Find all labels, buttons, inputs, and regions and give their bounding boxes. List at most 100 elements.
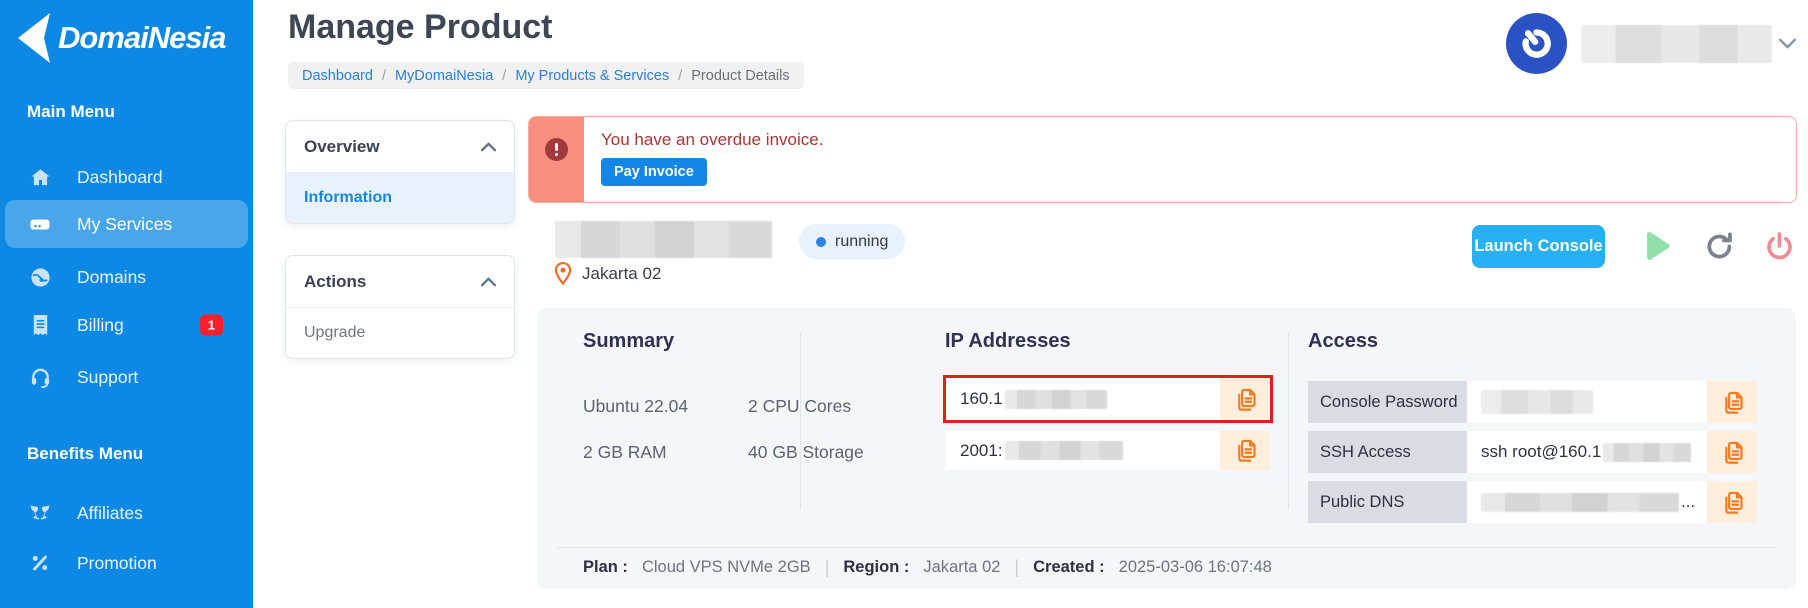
status-badge: running bbox=[799, 224, 905, 259]
overview-panel-header[interactable]: Overview bbox=[286, 121, 514, 173]
percent-icon bbox=[28, 551, 52, 575]
power-icon bbox=[1763, 230, 1796, 263]
spec-os: Ubuntu 22.04 bbox=[583, 396, 688, 417]
pay-invoice-button[interactable]: Pay Invoice bbox=[601, 158, 707, 186]
actions-item-upgrade[interactable]: Upgrade bbox=[286, 308, 514, 358]
actions-title: Actions bbox=[304, 272, 366, 292]
copy-icon bbox=[1719, 389, 1746, 416]
sidebar-item-domains[interactable]: Domains bbox=[0, 253, 253, 301]
actions-panel: Actions Upgrade bbox=[285, 255, 515, 359]
section-divider bbox=[1288, 332, 1289, 509]
sidebar-item-label: Support bbox=[77, 367, 138, 388]
copy-icon bbox=[1719, 489, 1746, 516]
manage-product-page: DomaiNesia Main Menu Dashboard My Servic… bbox=[0, 0, 1808, 608]
breadcrumb-separator: / bbox=[382, 68, 386, 84]
server-icon bbox=[28, 212, 52, 236]
exclamation-circle-icon bbox=[545, 138, 568, 161]
benefits-menu-label: Benefits Menu bbox=[27, 444, 143, 464]
copy-icon bbox=[1232, 437, 1259, 464]
sidebar-item-label: Dashboard bbox=[77, 167, 163, 188]
summary-title: Summary bbox=[583, 330, 674, 353]
breadcrumb-separator: / bbox=[678, 68, 682, 84]
sidebar-item-my-services[interactable]: My Services bbox=[5, 200, 248, 248]
location-text: Jakarta 02 bbox=[582, 264, 661, 284]
copy-console-password-button[interactable] bbox=[1707, 381, 1757, 423]
sidebar-item-dashboard[interactable]: Dashboard bbox=[0, 153, 253, 201]
ip-addresses-title: IP Addresses bbox=[945, 330, 1071, 353]
sidebar-item-label: Promotion bbox=[77, 553, 157, 574]
ip-redacted bbox=[1005, 390, 1107, 409]
server-location: Jakarta 02 bbox=[553, 261, 661, 286]
copy-icon bbox=[1719, 439, 1746, 466]
page-title: Manage Product bbox=[288, 8, 552, 47]
sidebar-item-promotion[interactable]: Promotion bbox=[0, 539, 253, 587]
copy-ssh-button[interactable] bbox=[1707, 431, 1757, 473]
ip-visible-text: 2001: bbox=[960, 441, 1003, 461]
plan-value: Cloud VPS NVMe 2GB bbox=[642, 558, 811, 577]
chevron-down-icon bbox=[1779, 38, 1796, 49]
copy-ip-button[interactable] bbox=[1220, 431, 1270, 470]
dns-ellipsis: ... bbox=[1681, 492, 1695, 512]
overview-title: Overview bbox=[304, 137, 380, 157]
breadcrumb-link-products-services[interactable]: My Products & Services bbox=[515, 68, 669, 84]
user-menu[interactable] bbox=[1506, 13, 1796, 74]
details-card: Summary Ubuntu 22.04 2 CPU Cores 2 GB RA… bbox=[537, 308, 1796, 589]
ip-redacted bbox=[1005, 441, 1123, 460]
ip-row-secondary: 2001: bbox=[946, 431, 1270, 470]
restart-server-button[interactable] bbox=[1703, 230, 1736, 266]
cheers-icon bbox=[28, 501, 52, 525]
play-icon bbox=[1636, 227, 1674, 265]
headset-icon bbox=[28, 365, 52, 389]
access-label: Console Password bbox=[1308, 381, 1467, 423]
username-redacted bbox=[1581, 25, 1772, 63]
access-row-public-dns: Public DNS ... bbox=[1308, 481, 1757, 523]
access-value: ... bbox=[1467, 481, 1707, 523]
breadcrumb-current: Product Details bbox=[691, 68, 789, 84]
access-row-console-password: Console Password bbox=[1308, 381, 1757, 423]
start-server-button[interactable] bbox=[1636, 227, 1674, 268]
domainesia-logo[interactable]: DomaiNesia bbox=[14, 12, 225, 64]
breadcrumb-link-mydomainesia[interactable]: MyDomaiNesia bbox=[395, 68, 493, 84]
value-redacted bbox=[1481, 390, 1593, 414]
copy-ip-button[interactable] bbox=[1220, 378, 1270, 420]
sidebar-item-billing[interactable]: Billing 1 bbox=[0, 301, 253, 349]
sidebar-item-support[interactable]: Support bbox=[0, 353, 253, 401]
meta-separator: | bbox=[1014, 557, 1019, 578]
access-label: SSH Access bbox=[1308, 431, 1467, 473]
status-dot-icon bbox=[816, 237, 826, 247]
server-name-redacted bbox=[555, 221, 772, 258]
overview-item-information[interactable]: Information bbox=[286, 173, 514, 223]
access-value: ssh root@160.1 bbox=[1467, 431, 1707, 473]
access-row-ssh: SSH Access ssh root@160.1 bbox=[1308, 431, 1757, 473]
actions-panel-header[interactable]: Actions bbox=[286, 256, 514, 308]
breadcrumb: Dashboard / MyDomaiNesia / My Products &… bbox=[288, 62, 804, 89]
sidebar-item-affiliates[interactable]: Affiliates bbox=[0, 489, 253, 537]
sidebar-item-label: My Services bbox=[77, 214, 172, 235]
copy-icon bbox=[1232, 386, 1259, 413]
spec-storage: 40 GB Storage bbox=[748, 442, 864, 463]
sidebar-item-label: Billing bbox=[77, 315, 124, 336]
chevron-up-icon bbox=[481, 277, 496, 287]
copy-public-dns-button[interactable] bbox=[1707, 481, 1757, 523]
alert-message: You have an overdue invoice. bbox=[601, 130, 823, 150]
launch-console-button[interactable]: Launch Console bbox=[1472, 225, 1605, 268]
region-value: Jakarta 02 bbox=[923, 558, 1000, 577]
logo-text: DomaiNesia bbox=[58, 20, 225, 56]
created-label: Created : bbox=[1033, 558, 1105, 577]
meta-divider bbox=[557, 547, 1776, 548]
overview-panel: Overview Information bbox=[285, 120, 515, 224]
breadcrumb-link-dashboard[interactable]: Dashboard bbox=[302, 68, 373, 84]
avatar bbox=[1506, 13, 1567, 74]
domainesia-logo-icon bbox=[14, 12, 56, 64]
region-label: Region : bbox=[843, 558, 909, 577]
meta-bar: Plan : Cloud VPS NVMe 2GB | Region : Jak… bbox=[583, 557, 1272, 578]
ip-row-primary: 160.1 bbox=[943, 375, 1273, 423]
shutdown-server-button[interactable] bbox=[1763, 230, 1796, 266]
billing-badge: 1 bbox=[200, 315, 223, 336]
sidebar-item-label: Affiliates bbox=[77, 503, 143, 524]
status-text: running bbox=[835, 233, 888, 251]
section-divider bbox=[800, 332, 801, 509]
chevron-up-icon bbox=[481, 142, 496, 152]
ip-value: 160.1 bbox=[946, 378, 1220, 420]
spec-ram: 2 GB RAM bbox=[583, 442, 667, 463]
